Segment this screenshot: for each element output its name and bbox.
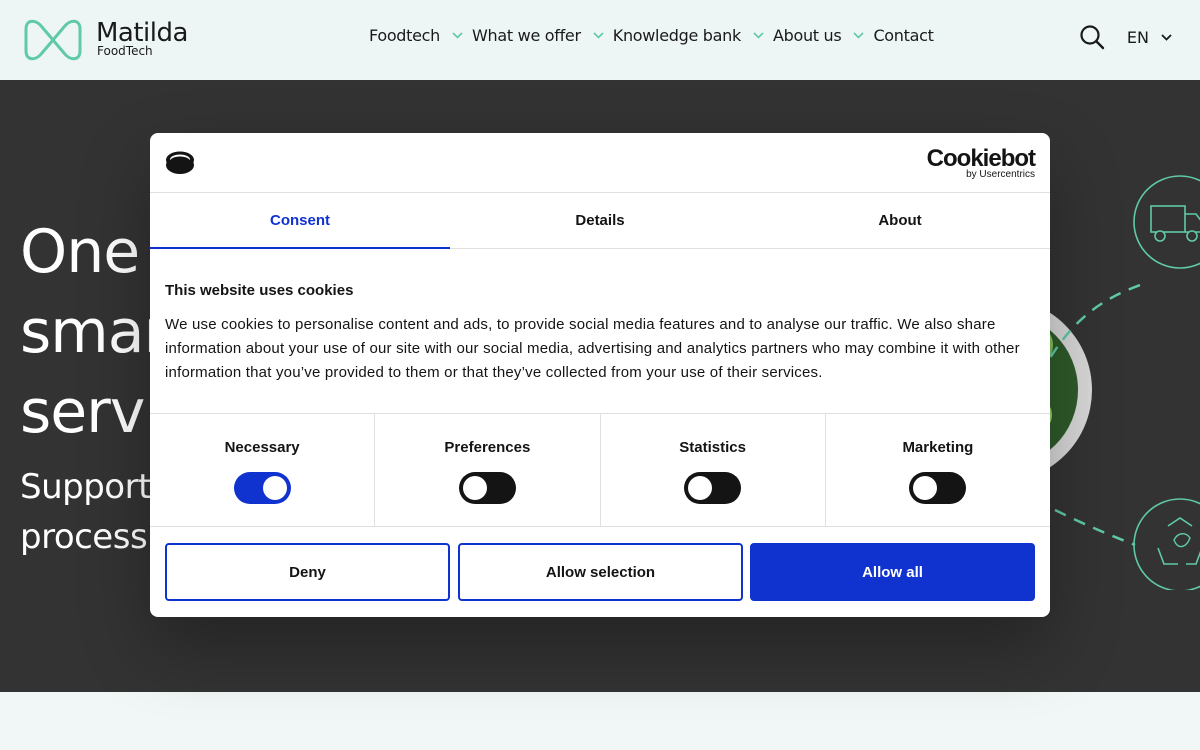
hero-illustration [1040,175,1200,590]
statistics-toggle[interactable] [684,472,742,504]
cookie-consent-dialog: Cookiebot by Usercentrics Consent Detail… [150,133,1050,617]
toggle-knob [913,476,938,500]
dialog-buttons: Deny Allow selection Allow all [150,527,1050,601]
deny-button[interactable]: Deny [165,543,450,601]
dialog-tabs: Consent Details About [150,193,1050,249]
recycle-icon [1133,498,1200,590]
toggle-knob [688,476,713,500]
infinity-loop-icon [24,19,82,61]
category-label: Marketing [902,439,974,456]
category-label: Statistics [679,439,746,456]
header-actions: EN [1079,24,1172,50]
hero-heading-line: smar [20,297,168,367]
nav-item-about-us[interactable]: About us [773,26,873,45]
toggle-knob [462,476,487,500]
hero-heading: One smar servi [20,212,168,452]
category-preferences: Preferences [375,414,601,526]
language-selector[interactable]: EN [1127,28,1172,47]
preferences-toggle[interactable] [458,472,516,504]
dialog-header: Cookiebot by Usercentrics [150,133,1050,193]
nav-item-contact[interactable]: Contact [873,26,933,45]
chevron-down-icon[interactable] [452,32,463,39]
hero-sub-line: process. [20,517,158,557]
nav-label: Knowledge bank [612,26,742,45]
truck-icon [1133,175,1200,269]
language-label: EN [1126,27,1149,47]
allow-all-button[interactable]: Allow all [750,543,1035,601]
chevron-down-icon[interactable] [853,32,865,39]
tab-details[interactable]: Details [450,193,750,248]
dialog-heading: This website uses cookies [165,282,354,299]
category-label: Preferences [444,439,531,456]
dialog-body: This website uses cookies We use cookies… [150,249,1050,414]
next-section-band [0,692,1200,750]
category-statistics: Statistics [601,414,826,526]
allow-selection-button[interactable]: Allow selection [458,543,743,601]
chevron-down-icon [1161,33,1172,41]
nav-item-what-we-offer[interactable]: What we offer [472,26,613,45]
nav-label: About us [772,26,842,45]
category-marketing: Marketing [826,414,1050,526]
toggle-knob [262,476,287,500]
hero-subheading: Support process. [20,462,158,562]
necessary-toggle[interactable] [233,472,291,504]
tab-about[interactable]: About [750,193,1050,248]
nav-label: Contact [873,26,934,45]
nav-item-foodtech[interactable]: Foodtech [369,26,472,45]
hero-heading-line: servi [20,377,161,447]
tab-consent[interactable]: Consent [150,193,450,249]
chevron-down-icon[interactable] [753,32,764,39]
hero-heading-line: One [20,217,140,287]
nav-label: What we offer [472,26,581,45]
cookiebot-logo[interactable]: Cookiebot by Usercentrics [927,146,1036,180]
category-necessary: Necessary [150,414,376,526]
category-label: Necessary [224,439,300,456]
nav-item-knowledge-bank[interactable]: Knowledge bank [613,26,773,45]
main-nav: Foodtech What we offer Knowledge bank Ab… [369,26,934,45]
hero-sub-line: Support [20,467,151,507]
dialog-description: We use cookies to personalise content an… [165,316,1020,381]
cookie-icon [166,151,194,174]
nav-label: Foodtech [369,26,441,45]
site-header: Matilda FoodTech Foodtech What we offer … [0,0,1200,80]
search-icon[interactable] [1079,24,1105,50]
consent-categories: Necessary Preferences Statistics Marketi… [150,414,1050,527]
chevron-down-icon[interactable] [593,32,604,39]
logo[interactable]: Matilda FoodTech [22,17,188,63]
marketing-toggle[interactable] [909,472,967,504]
